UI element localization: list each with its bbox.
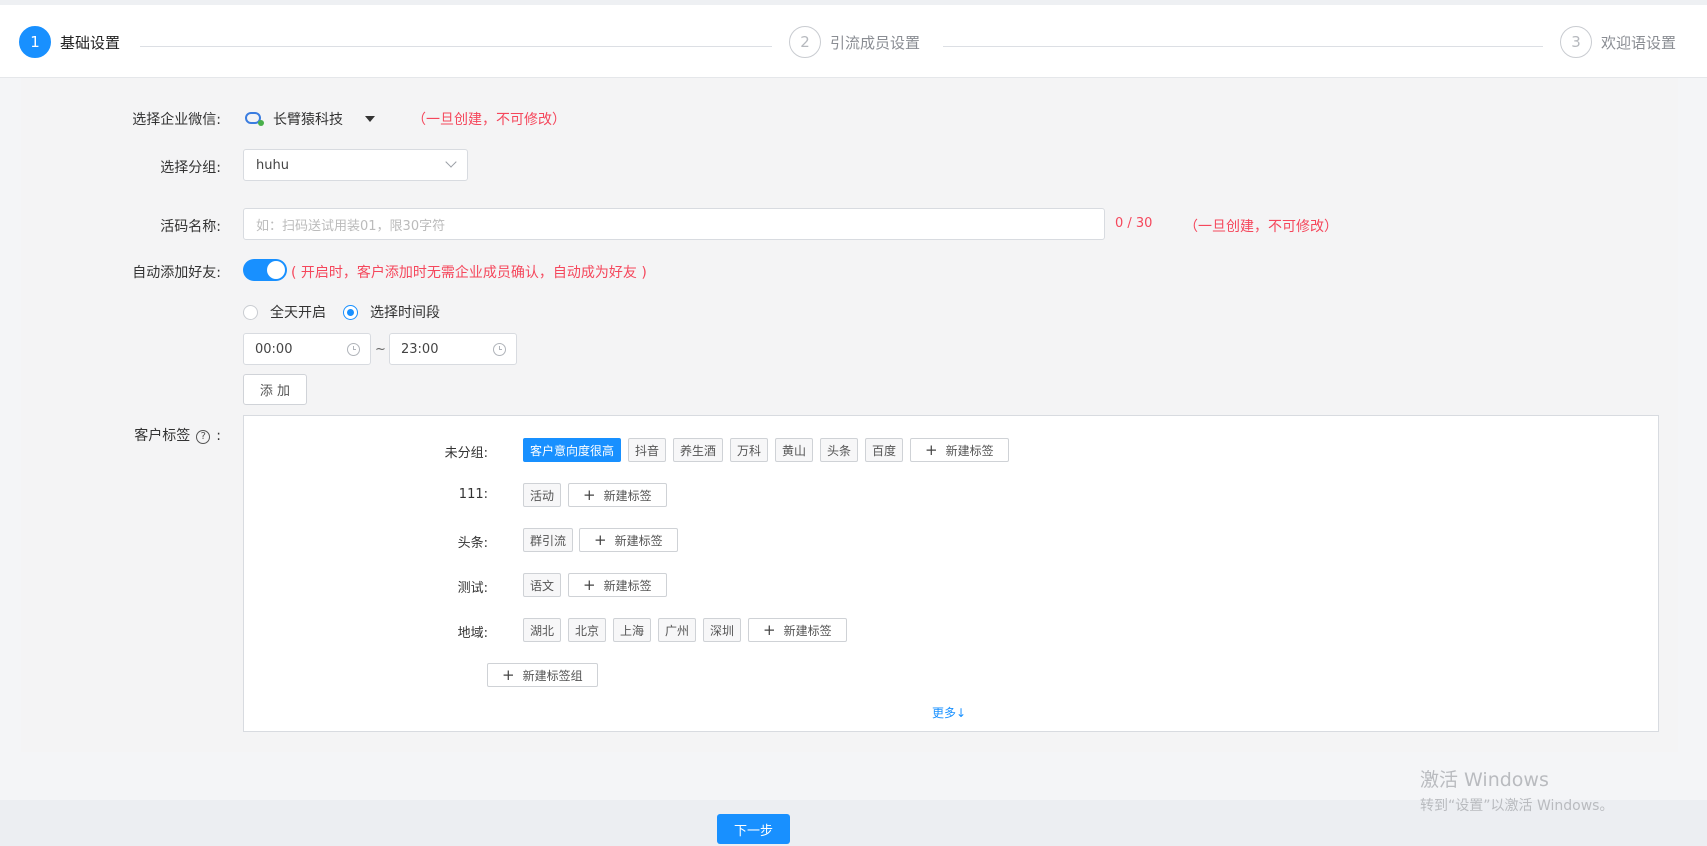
radio-circle: [243, 304, 258, 320]
tag-item[interactable]: 养生酒: [673, 438, 724, 462]
time-end-input[interactable]: 23:00: [389, 333, 517, 365]
plus-icon: +: [763, 621, 776, 639]
step-3-label: 欢迎语设置: [1601, 33, 1677, 52]
tag-group-label: 111:: [458, 487, 488, 502]
tags-label-row: 客户标签?:: [21, 425, 221, 445]
steps-bar: 1 基础设置 2 引流成员设置 3 欢迎语设置: [0, 0, 1707, 78]
plus-icon: +: [502, 666, 515, 684]
time-end-value: 23:00: [401, 341, 439, 357]
new-tag-label: 新建标签: [614, 533, 663, 548]
plus-icon: +: [594, 531, 607, 549]
step-3-number: 3: [1560, 26, 1592, 58]
next-step-button[interactable]: 下一步: [717, 814, 790, 844]
time-start-value: 00:00: [255, 341, 293, 357]
new-group-label: 新建标签组: [522, 668, 583, 683]
auto-add-label: 自动添加好友:: [132, 265, 221, 281]
new-tag-button[interactable]: + 新建标签: [748, 618, 847, 642]
new-tag-button[interactable]: + 新建标签: [910, 438, 1009, 462]
wecom-icon: [245, 110, 265, 128]
chevron-down-icon: [445, 156, 457, 168]
step-connector: [943, 46, 1543, 47]
tag-item[interactable]: 百度: [865, 438, 904, 462]
caret-down-icon[interactable]: [365, 116, 375, 122]
step-1-number: 1: [19, 26, 51, 58]
time-separator: ~: [375, 342, 386, 357]
add-time-button[interactable]: 添 加: [243, 374, 307, 405]
tag-item[interactable]: 北京: [568, 618, 607, 642]
radio-all-day-label: 全天开启: [270, 305, 326, 321]
tag-item[interactable]: 语文: [523, 573, 562, 597]
new-tag-label: 新建标签: [603, 578, 652, 593]
group-value: huhu: [256, 157, 289, 173]
step-2[interactable]: 2 引流成员设置: [789, 26, 920, 58]
tag-item[interactable]: 黄山: [775, 438, 814, 462]
tag-item[interactable]: 深圳: [703, 618, 742, 642]
new-tag-label: 新建标签: [945, 443, 994, 458]
step-connector: [140, 46, 772, 47]
name-counter: 0 / 30: [1115, 216, 1153, 231]
plus-icon: +: [583, 576, 596, 594]
tag-item[interactable]: 活动: [523, 483, 562, 507]
tag-item[interactable]: 群引流: [523, 528, 574, 552]
corp-value: 长臂猿科技: [273, 112, 343, 128]
step-1[interactable]: 1 基础设置: [19, 26, 120, 58]
tag-item[interactable]: 广州: [658, 618, 697, 642]
new-tag-group-button[interactable]: + 新建标签组: [487, 663, 598, 687]
auto-add-toggle[interactable]: [243, 259, 287, 281]
tag-item[interactable]: 客户意向度很高: [523, 438, 622, 462]
tag-group-label: 未分组:: [444, 446, 488, 461]
group-label: 选择分组:: [160, 160, 221, 176]
step-2-number: 2: [789, 26, 821, 58]
tag-box: 未分组: 客户意向度很高 抖音 养生酒 万科 黄山 头条 百度 + 新建标签 11…: [243, 415, 1659, 732]
plus-icon: +: [583, 486, 596, 504]
corp-label: 选择企业微信:: [132, 112, 221, 128]
windows-activation-watermark: 激活 Windows 转到“设置”以激活 Windows。: [1420, 765, 1613, 815]
name-hint: （一旦创建，不可修改）: [1184, 219, 1338, 235]
tag-item[interactable]: 万科: [730, 438, 769, 462]
radio-period-label: 选择时间段: [370, 305, 440, 321]
new-tag-label: 新建标签: [783, 623, 832, 638]
plus-icon: +: [925, 441, 938, 459]
new-tag-label: 新建标签: [603, 488, 652, 503]
clock-icon: [493, 343, 506, 356]
tag-item[interactable]: 湖北: [523, 618, 562, 642]
tag-group-label: 头条:: [457, 536, 488, 551]
watermark-line2: 转到“设置”以激活 Windows。: [1420, 798, 1614, 814]
tags-label: 客户标签: [134, 428, 191, 444]
name-label: 活码名称:: [160, 219, 221, 235]
new-tag-button[interactable]: + 新建标签: [568, 573, 667, 597]
radio-period[interactable]: 选择时间段: [343, 302, 440, 322]
tag-group-label: 测试:: [457, 581, 488, 596]
radio-circle: [343, 304, 358, 320]
toggle-knob: [267, 261, 285, 279]
more-link[interactable]: 更多↓: [932, 704, 966, 721]
help-icon[interactable]: ?: [196, 429, 211, 444]
name-placeholder: 如：扫码送试用装01，限30字符: [256, 218, 446, 234]
corp-hint: （一旦创建，不可修改）: [412, 112, 566, 128]
watermark-line1: 激活 Windows: [1420, 769, 1549, 791]
tag-item[interactable]: 头条: [820, 438, 859, 462]
tags-colon: :: [216, 428, 221, 444]
corp-selector[interactable]: 长臂猿科技: [245, 109, 375, 129]
radio-all-day[interactable]: 全天开启: [243, 302, 326, 322]
tag-item[interactable]: 上海: [613, 618, 652, 642]
new-tag-button[interactable]: + 新建标签: [568, 483, 667, 507]
step-3[interactable]: 3 欢迎语设置: [1560, 26, 1676, 58]
step-2-label: 引流成员设置: [830, 33, 921, 52]
clock-icon: [347, 343, 360, 356]
name-input[interactable]: 如：扫码送试用装01，限30字符: [243, 208, 1105, 240]
group-select[interactable]: huhu: [243, 149, 468, 181]
tag-group-label: 地域:: [457, 626, 488, 641]
step-1-label: 基础设置: [60, 33, 121, 52]
auto-add-hint: ( 开启时，客户添加时无需企业成员确认，自动成为好友 ): [291, 265, 647, 281]
tag-item[interactable]: 抖音: [628, 438, 667, 462]
time-start-input[interactable]: 00:00: [243, 333, 371, 365]
new-tag-button[interactable]: + 新建标签: [579, 528, 678, 552]
